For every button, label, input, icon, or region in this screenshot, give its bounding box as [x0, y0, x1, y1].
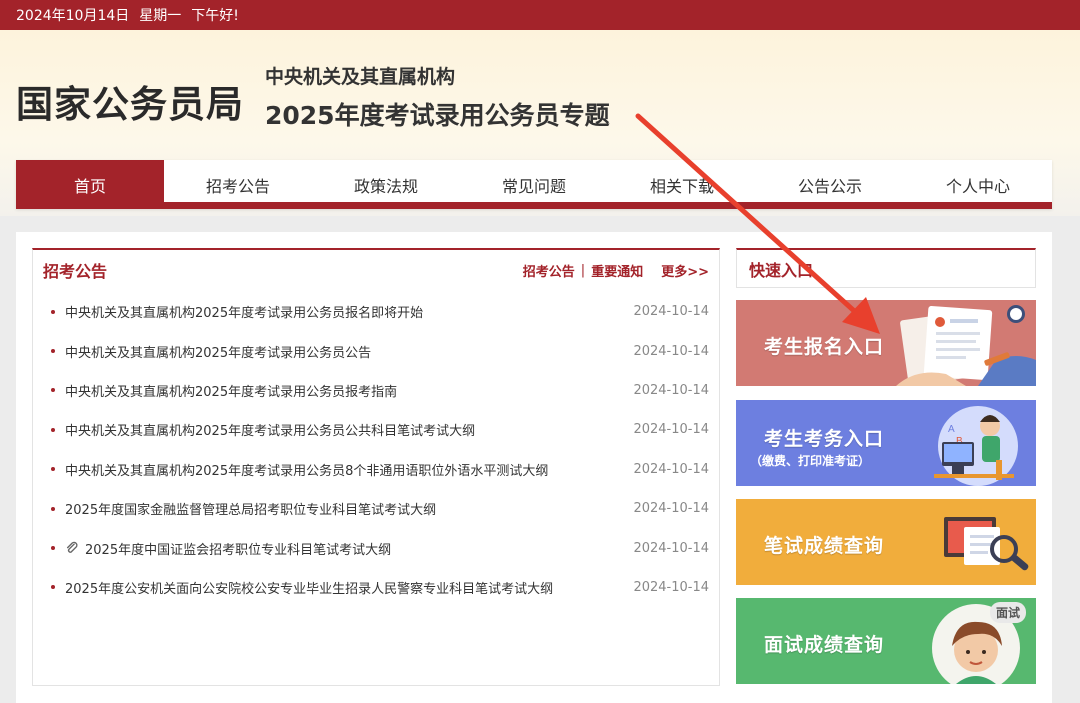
news-item-date: 2024-10-14	[633, 461, 709, 477]
list-item[interactable]: 2025年度公安机关面向公安院校公安专业毕业生招录人民警察专业科目笔试考试大纲 …	[33, 568, 719, 607]
news-item-date: 2024-10-14	[633, 343, 709, 359]
news-item-title[interactable]: 中央机关及其直属机构2025年度考试录用公务员8个非通用语职位外语水平测试大纲	[65, 460, 623, 479]
nav-downloads[interactable]: 相关下载	[608, 160, 756, 209]
news-item-title[interactable]: 中央机关及其直属机构2025年度考试录用公务员公告	[65, 342, 623, 361]
news-panel-links: 招考公告 | 重要通知 更多>>	[523, 261, 709, 280]
news-panel-header: 招考公告 招考公告 | 重要通知 更多>>	[33, 250, 719, 290]
list-item[interactable]: 中央机关及其直属机构2025年度考试录用公务员报名即将开始 2024-10-14	[33, 292, 719, 331]
link-separator: |	[580, 262, 586, 278]
bullet-icon	[51, 546, 55, 551]
exam-affairs-label: 考生考务入口	[764, 428, 885, 450]
quick-entry-header: 快速入口	[736, 248, 1036, 288]
interview-score-query-button[interactable]: 面试 面试成绩查询	[736, 598, 1036, 684]
header-subtitle: 中央机关及其直属机构	[265, 66, 456, 88]
link-recruitment-notices[interactable]: 招考公告	[523, 261, 575, 280]
registration-label: 考生报名入口	[764, 336, 885, 358]
nav-personal-center[interactable]: 个人中心	[904, 160, 1052, 209]
interview-score-label: 面试成绩查询	[764, 634, 885, 656]
bullet-icon	[51, 349, 55, 354]
registration-form-icon	[896, 305, 1036, 386]
main-nav: 首页 招考公告 政策法规 常见问题 相关下载 公告公示 个人中心	[16, 160, 1052, 209]
nav-announcements[interactable]: 公告公示	[756, 160, 904, 209]
paperclip-icon	[66, 541, 78, 553]
candidate-exam-affairs-button[interactable]: A B 考生考务入口 （缴费、打印准考证）	[736, 400, 1036, 486]
news-panel: 招考公告 招考公告 | 重要通知 更多>> 中央机关及其直属机构2025年度考试…	[32, 248, 720, 686]
news-item-title[interactable]: 2025年度公安机关面向公安院校公安专业毕业生招录人民警察专业科目笔试考试大纲	[65, 578, 623, 597]
written-score-query-button[interactable]: 笔试成绩查询	[736, 499, 1036, 585]
news-item-date: 2024-10-14	[633, 579, 709, 595]
magnifier-document-icon	[944, 517, 1029, 571]
top-bar: 2024年10月14日 星期一 下午好!	[0, 0, 1080, 30]
nav-faq[interactable]: 常见问题	[460, 160, 608, 209]
bullet-icon	[51, 467, 55, 472]
header-title: 2025年度考试录用公务员专题	[265, 101, 610, 130]
current-date: 2024年10月14日	[16, 8, 130, 24]
svg-text:A: A	[948, 424, 955, 435]
news-item-date: 2024-10-14	[633, 501, 709, 517]
more-link[interactable]: 更多>>	[661, 261, 709, 280]
list-item[interactable]: 2025年度中国证监会招考职位专业科目笔试考试大纲 2024-10-14	[33, 528, 719, 567]
news-item-date: 2024-10-14	[633, 382, 709, 398]
news-item-title[interactable]: 中央机关及其直属机构2025年度考试录用公务员报名即将开始	[65, 302, 623, 321]
news-item-title[interactable]: 中央机关及其直属机构2025年度考试录用公务员报考指南	[65, 381, 623, 400]
written-score-label: 笔试成绩查询	[764, 535, 885, 557]
nav-recruitment-notices[interactable]: 招考公告	[164, 160, 312, 209]
candidate-registration-button[interactable]: 考生报名入口	[736, 300, 1036, 386]
news-item-title[interactable]: 2025年度中国证监会招考职位专业科目笔试考试大纲	[85, 539, 623, 558]
news-item-date: 2024-10-14	[633, 304, 709, 320]
news-item-title[interactable]: 2025年度国家金融监督管理总局招考职位专业科目笔试考试大纲	[65, 499, 623, 518]
exam-affairs-sublabel: （缴费、打印准考证）	[750, 454, 871, 468]
greeting: 下午好!	[191, 8, 239, 24]
news-list: 中央机关及其直属机构2025年度考试录用公务员报名即将开始 2024-10-14…	[33, 290, 719, 607]
list-item[interactable]: 中央机关及其直属机构2025年度考试录用公务员公共科目笔试考试大纲 2024-1…	[33, 410, 719, 449]
site-logo[interactable]: 国家公务员局	[16, 74, 244, 128]
current-weekday: 星期一	[139, 8, 182, 24]
nav-policies[interactable]: 政策法规	[312, 160, 460, 209]
list-item[interactable]: 中央机关及其直属机构2025年度考试录用公务员8个非通用语职位外语水平测试大纲 …	[33, 450, 719, 489]
news-item-date: 2024-10-14	[633, 540, 709, 556]
news-panel-title: 招考公告	[43, 262, 108, 281]
link-important-notices[interactable]: 重要通知	[591, 261, 643, 280]
news-item-title[interactable]: 中央机关及其直属机构2025年度考试录用公务员公共科目笔试考试大纲	[65, 420, 623, 439]
list-item[interactable]: 中央机关及其直属机构2025年度考试录用公务员报考指南 2024-10-14	[33, 371, 719, 410]
bullet-icon	[51, 506, 55, 511]
bullet-icon	[51, 388, 55, 393]
bullet-icon	[51, 427, 55, 432]
list-item[interactable]: 中央机关及其直属机构2025年度考试录用公务员公告 2024-10-14	[33, 331, 719, 370]
bullet-icon	[51, 585, 55, 590]
nav-home[interactable]: 首页	[16, 160, 164, 209]
interview-badge: 面试	[989, 602, 1026, 623]
quick-entry-title: 快速入口	[749, 260, 814, 280]
bullet-icon	[51, 309, 55, 314]
student-desk-icon: A B	[934, 406, 1018, 486]
list-item[interactable]: 2025年度国家金融监督管理总局招考职位专业科目笔试考试大纲 2024-10-1…	[33, 489, 719, 528]
news-item-date: 2024-10-14	[633, 422, 709, 438]
